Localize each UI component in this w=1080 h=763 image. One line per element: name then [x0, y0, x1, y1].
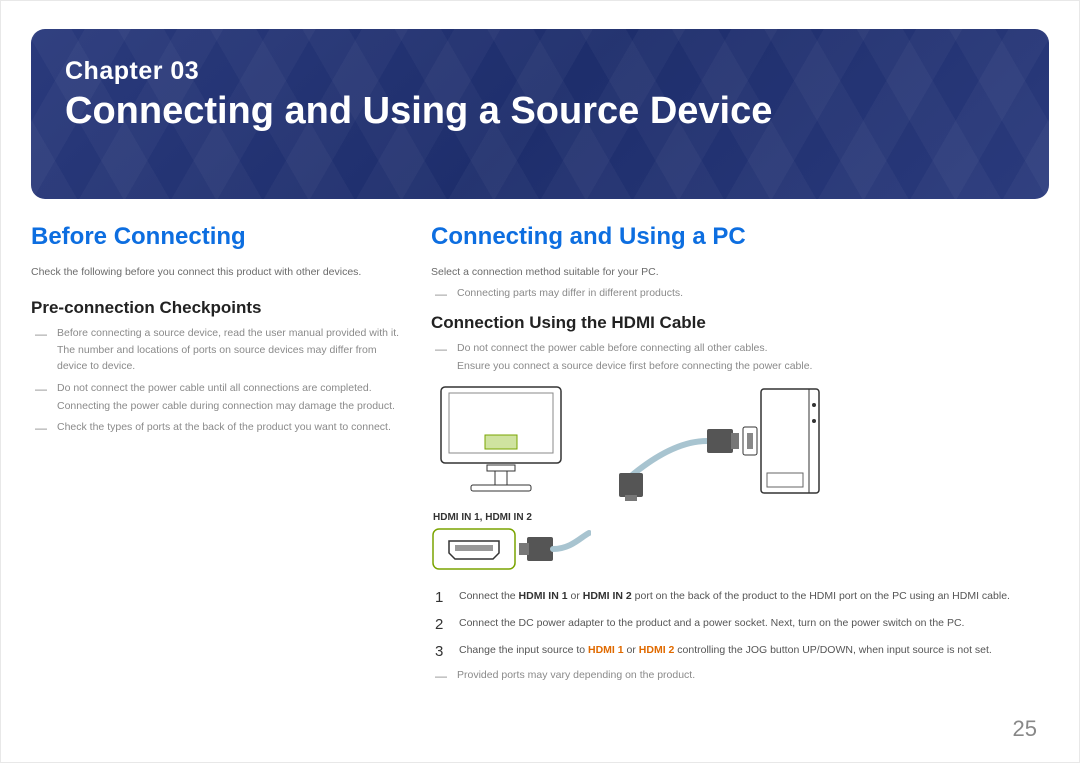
subsection-heading-checkpoints: Pre-connection Checkpoints	[31, 298, 401, 318]
bullet-text: Before connecting a source device, read …	[57, 327, 399, 339]
step-text-part: Connect the	[459, 590, 519, 602]
hdmi-port-closeup	[431, 527, 591, 571]
list-item: Provided ports may vary depending on the…	[431, 668, 1049, 684]
list-item: Before connecting a source device, read …	[31, 326, 401, 375]
chapter-label: Chapter 03	[65, 57, 1015, 86]
step-number: 1	[435, 586, 443, 610]
chapter-banner: Chapter 03 Connecting and Using a Source…	[31, 29, 1049, 199]
note-list: Connecting parts may differ in different…	[431, 286, 1049, 302]
step-highlight: HDMI 1	[588, 644, 624, 656]
port-label: HDMI IN 1, HDMI IN 2	[433, 512, 1049, 523]
caution-subtext: Ensure you connect a source device first…	[457, 359, 1049, 375]
step-item: 1 Connect the HDMI IN 1 or HDMI IN 2 por…	[431, 588, 1049, 605]
section-heading-using-pc: Connecting and Using a PC	[431, 223, 1049, 251]
content-columns: Before Connecting Check the following be…	[31, 223, 1049, 690]
connection-diagram: HDMI IN 1, HDMI IN 2	[431, 381, 1049, 576]
step-text: Connect the DC power adapter to the prod…	[459, 617, 964, 629]
monitor-to-pc-diagram	[431, 381, 851, 501]
bullet-text: Do not connect the power cable until all…	[57, 382, 372, 394]
left-column: Before Connecting Check the following be…	[31, 223, 401, 690]
chapter-title: Connecting and Using a Source Device	[65, 90, 1015, 133]
step-number: 2	[435, 613, 443, 637]
note-text: Connecting parts may differ in different…	[457, 287, 683, 299]
step-text-part: or	[568, 590, 583, 602]
footnote-text: Provided ports may vary depending on the…	[457, 669, 695, 681]
step-item: 3 Change the input source to HDMI 1 or H…	[431, 642, 1049, 659]
checkpoint-list: Before connecting a source device, read …	[31, 326, 401, 437]
manual-page: Chapter 03 Connecting and Using a Source…	[0, 0, 1080, 763]
footnote-list: Provided ports may vary depending on the…	[431, 668, 1049, 684]
step-text-part: or	[624, 644, 639, 656]
caution-list: Do not connect the power cable before co…	[431, 341, 1049, 375]
bullet-text: Check the types of ports at the back of …	[57, 421, 391, 433]
step-text-part: port on the back of the product to the H…	[632, 590, 1010, 602]
step-bold: HDMI IN 1	[519, 590, 568, 602]
step-text-part: Change the input source to	[459, 644, 588, 656]
bullet-subtext: The number and locations of ports on sou…	[57, 343, 401, 375]
list-item: Connecting parts may differ in different…	[431, 286, 1049, 302]
step-text-part: controlling the JOG button UP/DOWN, when…	[674, 644, 991, 656]
step-number: 3	[435, 640, 443, 664]
section-intro: Check the following before you connect t…	[31, 265, 401, 280]
step-bold: HDMI IN 2	[583, 590, 632, 602]
section-heading-before-connecting: Before Connecting	[31, 223, 401, 251]
list-item: Do not connect the power cable until all…	[31, 381, 401, 415]
bullet-subtext: Connecting the power cable during connec…	[57, 399, 401, 415]
step-highlight: HDMI 2	[639, 644, 675, 656]
subsection-heading-hdmi: Connection Using the HDMI Cable	[431, 313, 1049, 333]
section-intro: Select a connection method suitable for …	[431, 265, 1049, 280]
list-item: Check the types of ports at the back of …	[31, 420, 401, 436]
step-list: 1 Connect the HDMI IN 1 or HDMI IN 2 por…	[431, 588, 1049, 658]
caution-text: Do not connect the power cable before co…	[457, 342, 768, 354]
right-column: Connecting and Using a PC Select a conne…	[431, 223, 1049, 690]
step-item: 2 Connect the DC power adapter to the pr…	[431, 615, 1049, 632]
list-item: Do not connect the power cable before co…	[431, 341, 1049, 375]
page-number: 25	[1013, 716, 1037, 742]
